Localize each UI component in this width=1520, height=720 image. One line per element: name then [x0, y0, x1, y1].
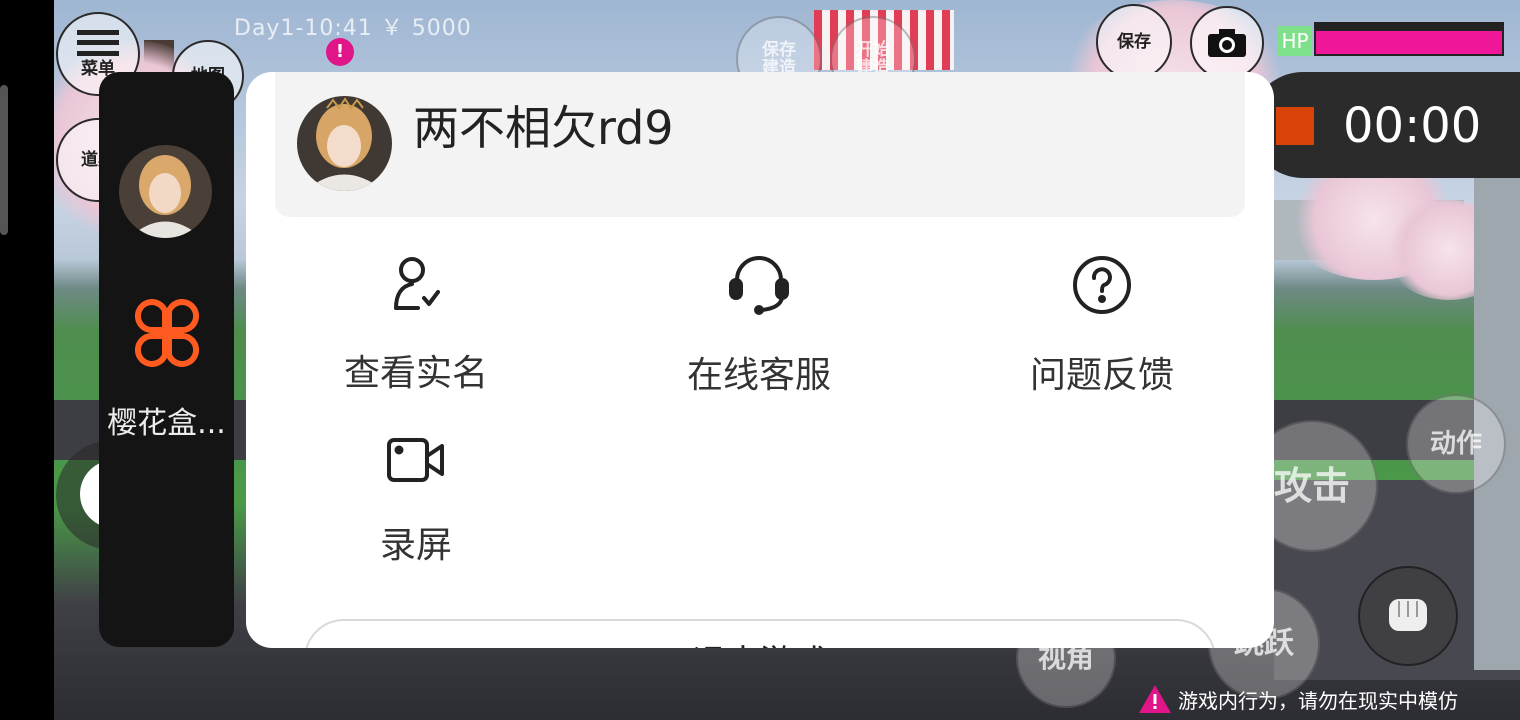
- username: 两不相欠rd9: [413, 101, 674, 155]
- clover-icon[interactable]: [128, 295, 206, 371]
- user-verify-icon: [394, 257, 440, 310]
- profile-header[interactable]: 两不相欠rd9: [275, 72, 1245, 217]
- action-button[interactable]: 动作: [1406, 394, 1506, 494]
- menu-item-online-support[interactable]: 在线客服: [639, 254, 879, 398]
- account-menu-dialog: 两不相欠rd9 查看实名 在线客服 问题反馈 录屏: [246, 72, 1274, 648]
- menu-item-screen-record[interactable]: 录屏: [296, 434, 536, 568]
- menu-item-feedback[interactable]: 问题反馈: [982, 254, 1222, 398]
- warning-notice: 游戏内行为，请勿在现实中模仿: [1138, 684, 1458, 714]
- avatar: [297, 96, 392, 191]
- punch-button[interactable]: [1358, 566, 1458, 666]
- fist-icon: [1389, 599, 1427, 631]
- save-button[interactable]: 保存: [1096, 4, 1172, 80]
- app-tile-label[interactable]: 樱花盒...: [99, 398, 234, 442]
- health-bar-fill: [1316, 31, 1502, 54]
- health-label-icon: HP: [1278, 26, 1312, 56]
- day-time-money: Day1-10:41 ￥ 5000: [234, 16, 472, 41]
- hamburger-icon: [77, 30, 119, 56]
- user-avatar-small[interactable]: [119, 145, 212, 238]
- exit-game-button[interactable]: 退出游戏: [304, 619, 1216, 648]
- left-edge-bar: [0, 0, 54, 720]
- warning-triangle-icon: [1139, 685, 1171, 713]
- camera-button[interactable]: [1190, 6, 1264, 80]
- menu-item-view-realname[interactable]: 查看实名: [296, 254, 536, 396]
- scroll-indicator: [0, 85, 8, 235]
- headset-icon: [729, 256, 789, 315]
- camera-icon: [1208, 29, 1246, 57]
- recording-time: 00:00: [1343, 98, 1482, 154]
- video-camera-icon: [387, 438, 444, 482]
- question-circle-icon: [1073, 256, 1131, 314]
- recording-stop-icon[interactable]: [1276, 107, 1314, 145]
- task-alert-badge: !: [326, 38, 354, 66]
- health-bar: [1314, 22, 1504, 56]
